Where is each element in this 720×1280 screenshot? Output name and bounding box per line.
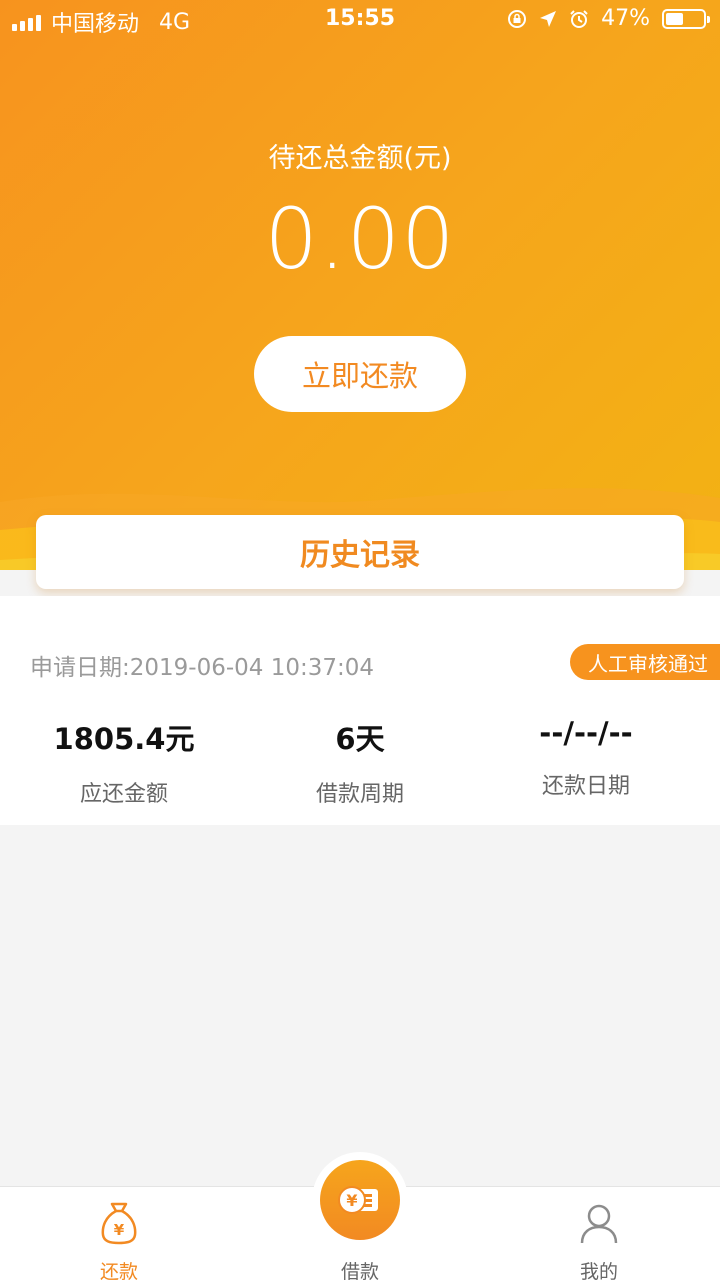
battery-icon bbox=[662, 8, 710, 29]
app-screen: 中国移动 4G 15:55 47% 待还总金额(元) 0.00 立即还款 历史记… bbox=[0, 0, 720, 1280]
rotation-lock-icon bbox=[508, 9, 527, 28]
loan-record-card[interactable]: 申请日期:2019-06-04 10:37:04 人工审核通过 1805.4元 … bbox=[0, 596, 720, 825]
tab-label: 还款 bbox=[99, 1261, 138, 1280]
status-badge: 人工审核通过 bbox=[570, 644, 720, 680]
stat-loan-period: 6天 借款周期 bbox=[240, 716, 480, 808]
borrow-center-button[interactable]: ¥ bbox=[320, 1160, 400, 1240]
stat-value: --/--/-- bbox=[539, 716, 633, 750]
repay-now-button[interactable]: 立即还款 bbox=[254, 336, 466, 412]
stat-label: 还款日期 bbox=[541, 774, 630, 799]
coin-stack-icon: ¥ bbox=[338, 1186, 378, 1214]
svg-text:¥: ¥ bbox=[346, 1191, 357, 1210]
user-icon bbox=[580, 1204, 618, 1244]
apply-date: 申请日期:2019-06-04 10:37:04 bbox=[30, 655, 375, 681]
stat-amount-due: 1805.4元 应还金额 bbox=[4, 716, 244, 808]
location-arrow-icon bbox=[540, 10, 557, 27]
tab-label: 我的 bbox=[579, 1261, 618, 1280]
alarm-icon bbox=[570, 9, 588, 28]
stat-value: 6天 bbox=[335, 722, 385, 756]
total-due-label: 待还总金额(元) bbox=[268, 143, 452, 174]
stat-label: 应还金额 bbox=[79, 782, 168, 807]
summary-header: 中国移动 4G 15:55 47% 待还总金额(元) 0.00 立即还款 bbox=[0, 0, 720, 596]
history-records-button[interactable]: 历史记录 bbox=[36, 515, 684, 589]
battery-percent: 47% bbox=[601, 6, 650, 31]
total-due-amount: 0.00 bbox=[264, 190, 456, 288]
stat-value: 1805.4元 bbox=[53, 722, 195, 756]
stat-repay-date: --/--/-- 还款日期 bbox=[466, 716, 706, 800]
stat-label: 借款周期 bbox=[315, 782, 404, 807]
status-bar: 中国移动 4G 15:55 47% bbox=[0, 0, 720, 40]
money-bag-icon: ¥ bbox=[101, 1202, 137, 1245]
battery-fill bbox=[666, 12, 683, 25]
svg-text:¥: ¥ bbox=[114, 1221, 125, 1239]
tab-label: 借款 bbox=[340, 1261, 379, 1280]
status-right: 47% bbox=[507, 6, 710, 31]
